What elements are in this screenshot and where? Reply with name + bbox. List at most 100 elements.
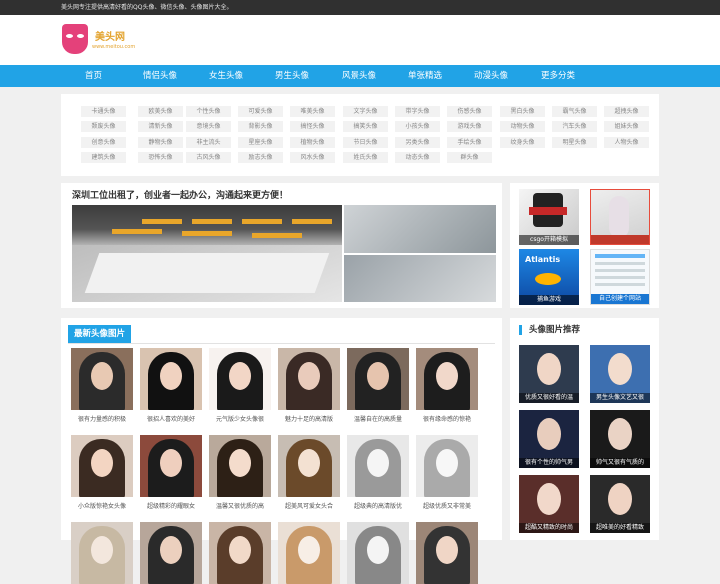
nav-item-girl[interactable]: 女生头像 bbox=[209, 65, 243, 87]
category-tag[interactable]: 搞笑头像 bbox=[343, 121, 388, 132]
category-tag[interactable]: 动物头像 bbox=[500, 121, 545, 132]
site-logo[interactable]: 美头网 www.meitou.com bbox=[62, 24, 152, 58]
category-tag[interactable]: 古风头像 bbox=[186, 152, 231, 163]
avatar-caption[interactable]: 温馨自在的高质量 bbox=[347, 414, 409, 423]
nav-item-more[interactable]: 更多分类 bbox=[541, 65, 575, 87]
category-tag[interactable]: 小孩头像 bbox=[395, 121, 440, 132]
category-tag[interactable]: 清新头像 bbox=[138, 121, 183, 132]
ad-figure[interactable] bbox=[590, 189, 650, 245]
avatar-thumbnail[interactable] bbox=[71, 348, 133, 410]
avatar-caption[interactable]: 很有缘命感的惊艳 bbox=[416, 414, 478, 423]
category-tag[interactable]: 星座头像 bbox=[238, 137, 283, 148]
avatar-thumbnail[interactable] bbox=[416, 522, 478, 584]
category-tag[interactable]: 霸气头像 bbox=[552, 106, 597, 117]
avatar-thumbnail[interactable] bbox=[140, 435, 202, 497]
category-tag[interactable]: 纹身头像 bbox=[500, 137, 545, 148]
avatar-thumbnail[interactable] bbox=[140, 348, 202, 410]
category-tag[interactable]: 超拽头像 bbox=[604, 106, 649, 117]
category-tag[interactable]: 人物头像 bbox=[604, 137, 649, 148]
category-tag[interactable]: 带字头像 bbox=[395, 106, 440, 117]
avatar-thumbnail[interactable] bbox=[347, 435, 409, 497]
avatar-thumbnail[interactable] bbox=[416, 435, 478, 497]
recommend-caption: 超酷又精致的时尚 bbox=[519, 523, 579, 533]
category-tag[interactable]: 游戏头像 bbox=[447, 121, 492, 132]
avatar-thumbnail[interactable] bbox=[209, 522, 271, 584]
recommend-thumbnail[interactable]: 帅气又很有气质的 bbox=[590, 410, 650, 468]
category-tag[interactable]: 恐怖头像 bbox=[138, 152, 183, 163]
avatar-thumbnail[interactable] bbox=[71, 435, 133, 497]
avatar-thumbnail[interactable] bbox=[278, 522, 340, 584]
avatar-caption[interactable]: 温馨又很优质的高 bbox=[209, 501, 271, 510]
avatar-thumbnail[interactable] bbox=[347, 348, 409, 410]
avatar-caption[interactable]: 元气版少女头像很 bbox=[209, 414, 271, 423]
category-tag[interactable]: 黑白头像 bbox=[500, 106, 545, 117]
category-tag[interactable]: 姐妹头像 bbox=[604, 121, 649, 132]
category-tag[interactable]: 搞怪头像 bbox=[290, 121, 335, 132]
category-tag[interactable]: 唯美头像 bbox=[290, 106, 335, 117]
category-tag[interactable]: 文字头像 bbox=[343, 106, 388, 117]
avatar-thumbnail[interactable] bbox=[416, 348, 478, 410]
avatar-caption[interactable]: 很招人喜欢的美好 bbox=[140, 414, 202, 423]
nav-item-single[interactable]: 单张精选 bbox=[408, 65, 442, 87]
category-tag[interactable]: 植物头像 bbox=[290, 137, 335, 148]
category-tag[interactable]: 颓废头像 bbox=[81, 121, 126, 132]
recommend-thumbnail[interactable]: 超酷又精致的时尚 bbox=[519, 475, 579, 533]
category-tag[interactable]: 动态头像 bbox=[395, 152, 440, 163]
side-ad-panel: csgo开箱模拟 Atlantis 捕鱼游戏 自己创建个网站 bbox=[510, 183, 659, 308]
avatar-thumbnail[interactable] bbox=[209, 348, 271, 410]
category-tag[interactable]: 个性头像 bbox=[186, 106, 231, 117]
nav-item-home[interactable]: 首页 bbox=[85, 65, 102, 87]
avatar-caption[interactable]: 小众版惊艳女头像 bbox=[71, 501, 133, 510]
ad-csgo[interactable]: csgo开箱模拟 bbox=[519, 189, 579, 245]
avatar-caption[interactable]: 魅力十足的高清版 bbox=[278, 414, 340, 423]
avatar-caption[interactable]: 很有力量感的积极 bbox=[71, 414, 133, 423]
avatar-thumbnail[interactable] bbox=[347, 522, 409, 584]
recommend-thumbnail[interactable]: 优质又很好看的温 bbox=[519, 345, 579, 403]
category-tag[interactable]: 建筑头像 bbox=[81, 152, 126, 163]
category-tag[interactable]: 汽车头像 bbox=[552, 121, 597, 132]
category-tag[interactable]: 励志头像 bbox=[238, 152, 283, 163]
category-tag[interactable]: 创意头像 bbox=[81, 137, 126, 148]
avatar-thumbnail[interactable] bbox=[209, 435, 271, 497]
ad-fishing-caption: 捕鱼游戏 bbox=[519, 295, 579, 305]
avatar-thumbnail[interactable] bbox=[278, 348, 340, 410]
category-tag[interactable]: 节日头像 bbox=[343, 137, 388, 148]
nav-item-scenery[interactable]: 风景头像 bbox=[342, 65, 376, 87]
ad-website[interactable]: 自己创建个网站 bbox=[590, 249, 650, 305]
category-tag[interactable]: 另类头像 bbox=[395, 137, 440, 148]
category-tag[interactable]: 群头像 bbox=[447, 152, 492, 163]
category-tag[interactable]: 风水头像 bbox=[290, 152, 335, 163]
avatar-thumbnail[interactable] bbox=[71, 522, 133, 584]
recommend-thumbnail[interactable]: 很有个性的帅气男 bbox=[519, 410, 579, 468]
office-photo-secondary[interactable] bbox=[344, 205, 496, 253]
category-tag[interactable]: 欧美头像 bbox=[138, 106, 183, 117]
category-tag[interactable]: 姓氏头像 bbox=[343, 152, 388, 163]
avatar-caption[interactable]: 超级优质又非常美 bbox=[416, 501, 478, 510]
avatar-thumbnail[interactable] bbox=[278, 435, 340, 497]
nav-item-boy[interactable]: 男生头像 bbox=[275, 65, 309, 87]
nav-item-anime[interactable]: 动漫头像 bbox=[474, 65, 508, 87]
avatar-thumbnail[interactable] bbox=[140, 522, 202, 584]
category-tag[interactable]: 伤感头像 bbox=[447, 106, 492, 117]
recommend-caption: 帅气又很有气质的 bbox=[590, 458, 650, 468]
category-tag[interactable]: 手绘头像 bbox=[447, 137, 492, 148]
avatar-caption[interactable]: 超级精彩的耀眼女 bbox=[140, 501, 202, 510]
avatar-caption[interactable]: 超级典的高清版优 bbox=[347, 501, 409, 510]
ad-fishing[interactable]: Atlantis 捕鱼游戏 bbox=[519, 249, 579, 305]
category-tag[interactable]: 明星头像 bbox=[552, 137, 597, 148]
avatar-caption[interactable]: 超美风可爱女头合 bbox=[278, 501, 340, 510]
office-photo-tertiary[interactable] bbox=[344, 255, 496, 302]
category-tag[interactable]: 意境头像 bbox=[186, 121, 231, 132]
recommend-thumbnail[interactable]: 超唯美的好看精致 bbox=[590, 475, 650, 533]
promo-title[interactable]: 深圳工位出租了，创业者一起办公，沟通起来更方便！ bbox=[72, 188, 288, 201]
recommend-thumbnail[interactable]: 男生头像文艺又很 bbox=[590, 345, 650, 403]
latest-avatars-panel: 最新头像图片 很有力量感的积极 很招人喜欢的美好 元气版少女头像很 魅力十足的高清版温… bbox=[61, 318, 502, 584]
office-photo-main[interactable] bbox=[72, 205, 342, 302]
category-tag[interactable]: 可爱头像 bbox=[238, 106, 283, 117]
nav-item-couple[interactable]: 情侣头像 bbox=[143, 65, 177, 87]
category-tag[interactable]: 背影头像 bbox=[238, 121, 283, 132]
category-tag[interactable]: 卡通头像 bbox=[81, 106, 126, 117]
ad-website-caption: 自己创建个网站 bbox=[591, 294, 649, 304]
category-tag[interactable]: 非主流头 bbox=[186, 137, 231, 148]
category-tag[interactable]: 静物头像 bbox=[138, 137, 183, 148]
